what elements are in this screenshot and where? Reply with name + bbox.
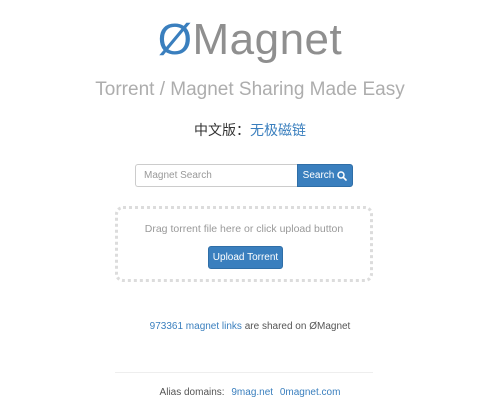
search-input[interactable] (135, 164, 297, 187)
footer-divider (115, 372, 373, 373)
logo-text: Magnet (192, 15, 343, 64)
site-logo[interactable]: ØMagnet (0, 12, 500, 68)
stats-line: 973361 magnet links are shared on ØMagne… (0, 321, 500, 332)
tagline: Torrent / Magnet Sharing Made Easy (95, 79, 405, 100)
chinese-version-link[interactable]: 无极磁链 (250, 122, 306, 138)
page: ØMagnet Torrent / Magnet Sharing Made Ea… (0, 0, 500, 410)
torrent-dropzone[interactable]: Drag torrent file here or click upload b… (115, 206, 373, 282)
search-button[interactable]: Search (297, 164, 353, 187)
alias-domains: Alias domains: 9mag.net 0magnet.com (0, 387, 500, 398)
search-icon (337, 170, 348, 181)
stats-text: are shared on ØMagnet (244, 321, 351, 332)
upload-torrent-button[interactable]: Upload Torrent (208, 246, 283, 269)
search-form: Search (135, 164, 353, 187)
alias-domain-link-1[interactable]: 9mag.net (231, 387, 273, 398)
alias-label: Alias domains: (159, 387, 225, 398)
magnet-count: 973361 (149, 321, 184, 332)
dropzone-instruction: Drag torrent file here or click upload b… (144, 223, 344, 235)
language-switch: 中文版：无极磁链 (0, 121, 500, 139)
magnet-links-count-link[interactable]: 973361 magnet links (150, 321, 242, 332)
alias-domain-link-2[interactable]: 0magnet.com (280, 387, 341, 398)
magnet-links-label: magnet links (185, 321, 242, 332)
logo-symbol: Ø (157, 15, 193, 64)
search-button-label: Search (302, 170, 335, 181)
language-label: 中文版： (194, 122, 250, 138)
